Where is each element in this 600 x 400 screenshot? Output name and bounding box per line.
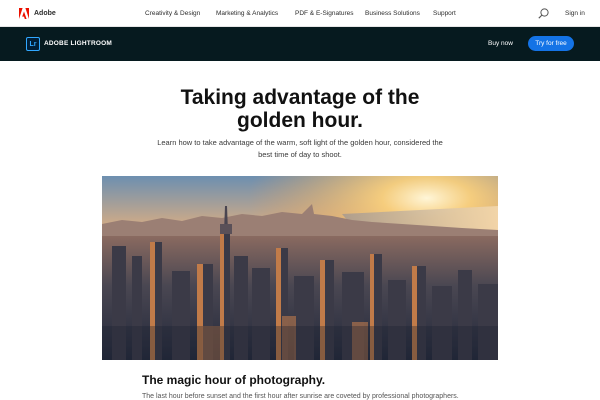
try-for-free-button[interactable]: Try for free bbox=[528, 36, 574, 51]
nav-item-business-solutions[interactable]: Business Solutions bbox=[365, 8, 420, 20]
page-title-line-1: Taking advantage of the bbox=[180, 86, 420, 109]
intro-line-2: best time of day to shoot. bbox=[258, 150, 342, 159]
search-icon[interactable] bbox=[538, 8, 549, 19]
nav-item-support[interactable]: Support bbox=[433, 8, 456, 20]
nav-item-pdf-esignatures[interactable]: PDF & E-Signatures bbox=[295, 8, 354, 20]
city-skyline-golden-hour-image bbox=[102, 176, 498, 360]
section-heading: The magic hour of photography. bbox=[142, 373, 326, 387]
lightroom-icon-text: Lr bbox=[29, 41, 37, 48]
skyline-illustration bbox=[102, 176, 498, 360]
page-title: Taking advantage of the golden hour. bbox=[150, 86, 450, 132]
intro-line-1: Learn how to take advantage of the warm,… bbox=[157, 138, 443, 147]
nav-item-creativity-design[interactable]: Creativity & Design bbox=[145, 8, 200, 20]
page-title-line-2: golden hour. bbox=[237, 109, 363, 132]
adobe-logo-icon[interactable] bbox=[19, 8, 29, 19]
sign-in-link[interactable]: Sign in bbox=[565, 8, 585, 20]
product-name[interactable]: ADOBE LIGHTROOM bbox=[44, 38, 112, 50]
nav-item-marketing-analytics[interactable]: Marketing & Analytics bbox=[216, 8, 278, 20]
lightroom-icon[interactable]: Lr bbox=[26, 37, 40, 51]
section-body: The last hour before sunset and the firs… bbox=[142, 393, 459, 400]
intro-paragraph: Learn how to take advantage of the warm,… bbox=[150, 137, 450, 161]
buy-now-link[interactable]: Buy now bbox=[488, 38, 513, 50]
global-nav: Adobe Creativity & Design Marketing & An… bbox=[0, 0, 600, 27]
adobe-brand-link[interactable]: Adobe bbox=[34, 8, 56, 20]
product-bar: Lr ADOBE LIGHTROOM Buy now Try for free bbox=[0, 27, 600, 61]
